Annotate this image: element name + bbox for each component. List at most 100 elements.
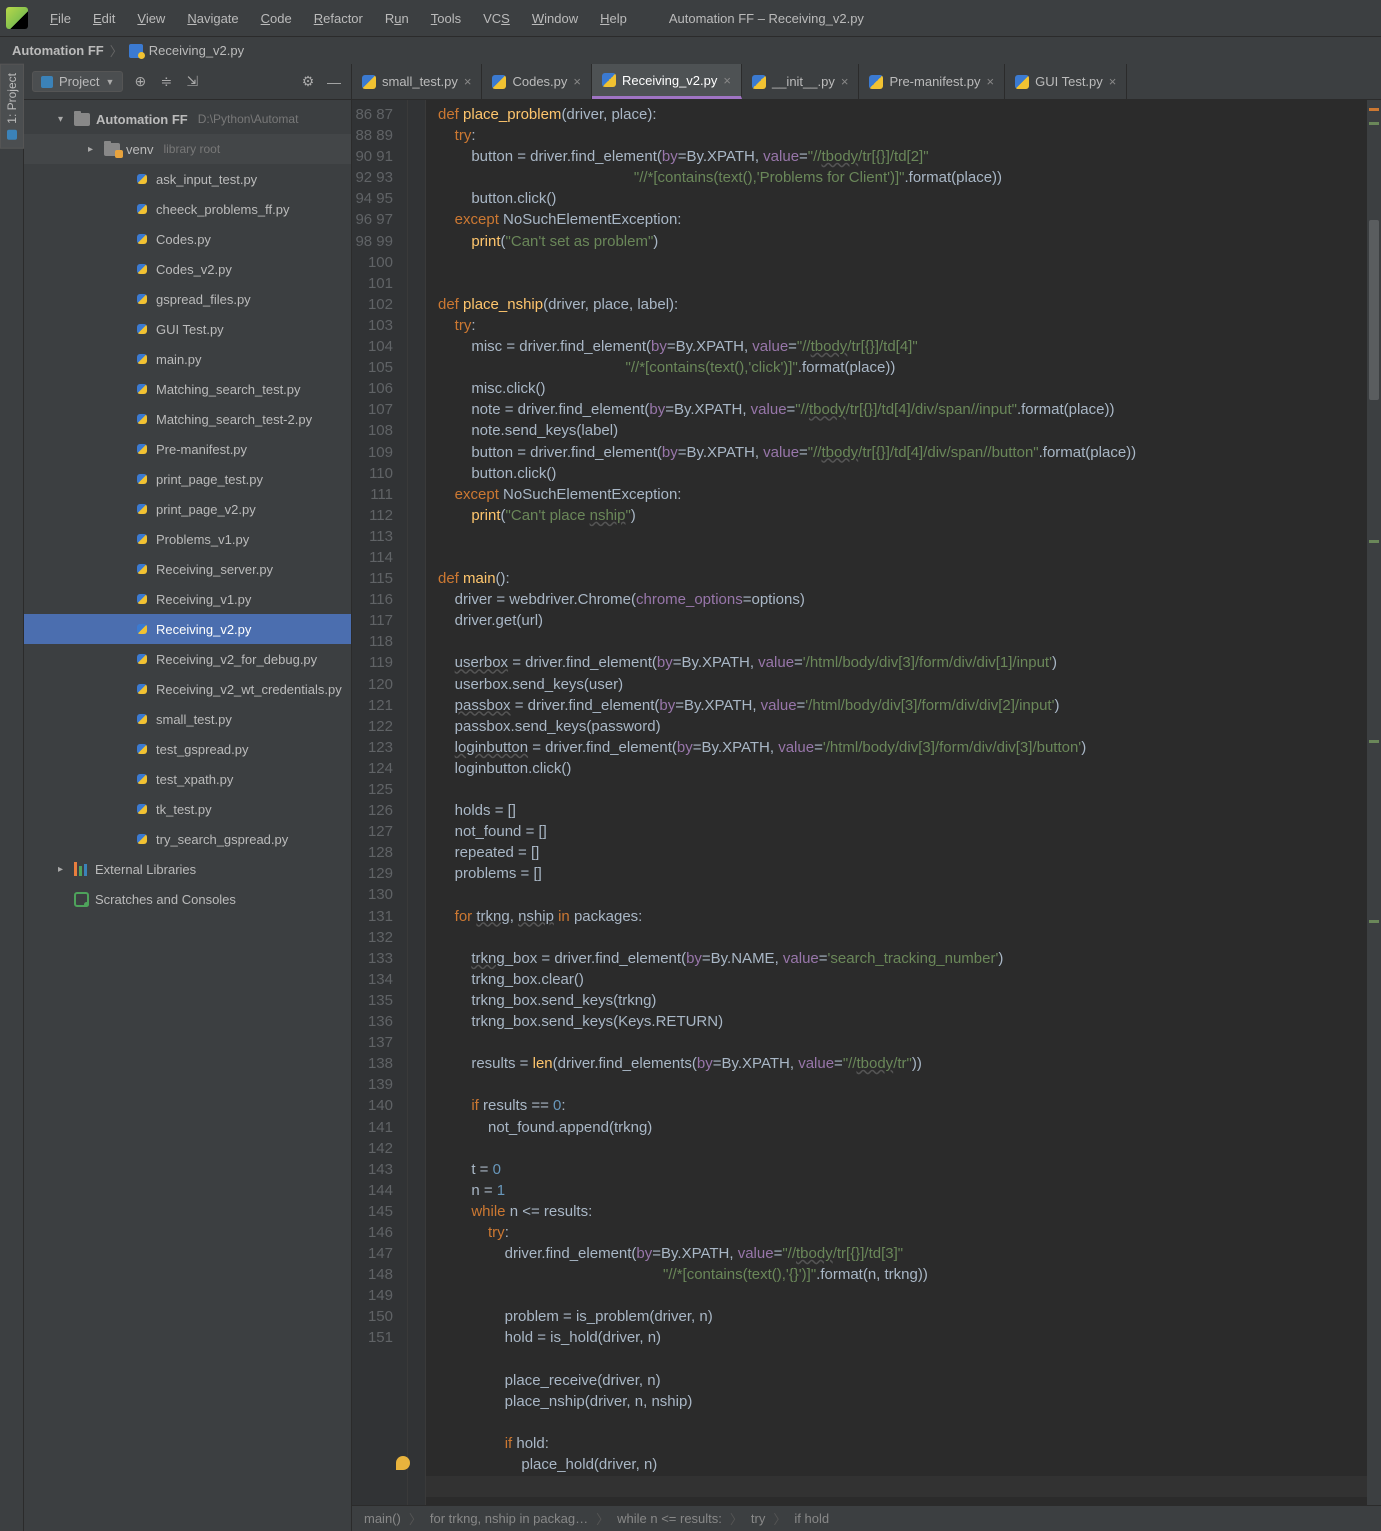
menu-navigate[interactable]: Navigate — [177, 7, 248, 30]
editor-area: small_test.py×Codes.py×Receiving_v2.py×_… — [352, 64, 1381, 1531]
close-tab-icon[interactable]: × — [987, 74, 995, 89]
python-file-icon — [602, 73, 616, 87]
vertical-scrollbar[interactable] — [1367, 100, 1381, 1505]
scroll-marker — [1369, 740, 1379, 743]
tree-file[interactable]: Matching_search_test.py — [24, 374, 351, 404]
menu-edit[interactable]: Edit — [83, 7, 125, 30]
expand-all-icon[interactable]: ≑ — [157, 73, 175, 91]
breadcrumb-segment[interactable]: while n <= results: — [617, 1511, 722, 1526]
menu-file[interactable]: File — [40, 7, 81, 30]
python-file-icon — [134, 771, 150, 787]
scroll-marker — [1369, 108, 1379, 111]
tree-file[interactable]: Receiving_server.py — [24, 554, 351, 584]
python-file-icon — [134, 651, 150, 667]
breadcrumb-segment[interactable]: try — [751, 1511, 765, 1526]
editor-tab[interactable]: Codes.py× — [482, 64, 592, 99]
left-tool-strip: 1: Project — [0, 64, 24, 1531]
tree-file[interactable]: cheeck_problems_ff.py — [24, 194, 351, 224]
editor-tab[interactable]: small_test.py× — [352, 64, 482, 99]
breadcrumb-segment[interactable]: if hold — [794, 1511, 829, 1526]
tree-file[interactable]: Receiving_v2_wt_credentials.py — [24, 674, 351, 704]
tree-file[interactable]: Matching_search_test-2.py — [24, 404, 351, 434]
menu-code[interactable]: Code — [251, 7, 302, 30]
tree-file[interactable]: small_test.py — [24, 704, 351, 734]
close-tab-icon[interactable]: × — [573, 74, 581, 89]
tree-file[interactable]: Receiving_v1.py — [24, 584, 351, 614]
tree-file[interactable]: gspread_files.py — [24, 284, 351, 314]
tree-file[interactable]: GUI Test.py — [24, 314, 351, 344]
tree-file[interactable]: Receiving_v2_for_debug.py — [24, 644, 351, 674]
code-content[interactable]: def place_problem(driver, place): try: b… — [426, 100, 1367, 1505]
editor-tab[interactable]: __init__.py× — [742, 64, 859, 99]
breadcrumb-segment[interactable]: for trkng, nship in packag… — [430, 1511, 588, 1526]
scratches-icon — [74, 892, 89, 907]
python-file-icon — [134, 741, 150, 757]
python-file-icon — [134, 411, 150, 427]
close-tab-icon[interactable]: × — [723, 73, 731, 88]
python-file-icon — [752, 75, 766, 89]
menu-vcs[interactable]: VCS — [473, 7, 520, 30]
python-file-icon — [134, 801, 150, 817]
menu-window[interactable]: Window — [522, 7, 588, 30]
menu-tools[interactable]: Tools — [421, 7, 471, 30]
python-file-icon — [134, 321, 150, 337]
tree-scratches[interactable]: Scratches and Consoles — [24, 884, 351, 914]
tree-file[interactable]: Pre-manifest.py — [24, 434, 351, 464]
tree-file[interactable]: test_gspread.py — [24, 734, 351, 764]
python-file-icon — [1015, 75, 1029, 89]
folder-icon — [74, 113, 90, 126]
breadcrumb-file[interactable]: Receiving_v2.py — [149, 43, 244, 58]
editor-breadcrumb[interactable]: main()〉for trkng, nship in packag…〉while… — [352, 1505, 1381, 1531]
menu-refactor[interactable]: Refactor — [304, 7, 373, 30]
scrollbar-thumb[interactable] — [1369, 220, 1379, 400]
breadcrumb-project[interactable]: Automation FF — [12, 43, 104, 58]
tree-external-libraries[interactable]: ▸ External Libraries — [24, 854, 351, 884]
tree-file[interactable]: main.py — [24, 344, 351, 374]
tree-file[interactable]: print_page_test.py — [24, 464, 351, 494]
tree-file[interactable]: try_search_gspread.py — [24, 824, 351, 854]
close-tab-icon[interactable]: × — [1109, 74, 1117, 89]
menu-run[interactable]: Run — [375, 7, 419, 30]
project-view-selector[interactable]: Project ▼ — [32, 71, 123, 92]
project-view-icon — [41, 76, 53, 88]
project-tool-button[interactable]: 1: Project — [0, 64, 24, 149]
code-editor[interactable]: 86 87 88 89 90 91 92 93 94 95 96 97 98 9… — [352, 100, 1381, 1505]
tree-file[interactable]: print_page_v2.py — [24, 494, 351, 524]
scroll-marker — [1369, 122, 1379, 125]
menu-help[interactable]: Help — [590, 7, 637, 30]
editor-tab[interactable]: Pre-manifest.py× — [859, 64, 1005, 99]
python-file-icon — [134, 501, 150, 517]
python-file-icon — [492, 75, 506, 89]
tree-file[interactable]: Problems_v1.py — [24, 524, 351, 554]
python-file-icon — [134, 351, 150, 367]
python-file-icon — [134, 711, 150, 727]
breadcrumb-segment[interactable]: main() — [364, 1511, 401, 1526]
python-file-icon — [869, 75, 883, 89]
menu-view[interactable]: View — [127, 7, 175, 30]
tree-file[interactable]: Codes_v2.py — [24, 254, 351, 284]
tree-file[interactable]: ask_input_test.py — [24, 164, 351, 194]
locate-icon[interactable]: ⊕ — [131, 73, 149, 91]
tree-file[interactable]: Receiving_v2.py — [24, 614, 351, 644]
gear-icon[interactable]: ⚙ — [299, 73, 317, 91]
python-file-icon — [134, 561, 150, 577]
tree-root[interactable]: ▾ Automation FF D:\Python\Automat — [24, 104, 351, 134]
line-number-gutter: 86 87 88 89 90 91 92 93 94 95 96 97 98 9… — [352, 100, 408, 1505]
scroll-marker — [1369, 540, 1379, 543]
tree-file[interactable]: Codes.py — [24, 224, 351, 254]
editor-tab[interactable]: GUI Test.py× — [1005, 64, 1127, 99]
close-tab-icon[interactable]: × — [464, 74, 472, 89]
python-file-icon — [134, 261, 150, 277]
chevron-right-icon: ▸ — [58, 864, 68, 875]
tree-venv[interactable]: ▸ venv library root — [24, 134, 351, 164]
tree-file[interactable]: tk_test.py — [24, 794, 351, 824]
project-tree[interactable]: ▾ Automation FF D:\Python\Automat ▸ venv… — [24, 100, 351, 1531]
tree-file[interactable]: test_xpath.py — [24, 764, 351, 794]
python-file-icon — [134, 831, 150, 847]
chevron-right-icon: 〉 — [110, 41, 123, 60]
editor-tab[interactable]: Receiving_v2.py× — [592, 64, 742, 99]
close-tab-icon[interactable]: × — [841, 74, 849, 89]
collapse-all-icon[interactable]: ⇲ — [183, 73, 201, 91]
python-file-icon — [134, 171, 150, 187]
hide-icon[interactable]: — — [325, 73, 343, 91]
